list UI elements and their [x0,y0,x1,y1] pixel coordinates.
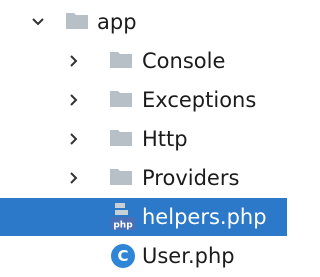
folder-icon [109,128,133,147]
folder-icon [109,167,133,186]
tree-node-label: Console [142,49,226,73]
php-badge: php [113,221,133,231]
tree-node-label: Http [142,127,188,151]
chevron-right-icon[interactable] [64,51,84,71]
tree-node-helpers-php[interactable]: php helpers.php [0,198,287,236]
tree-node-providers[interactable]: Providers [0,159,287,197]
project-tree: app Console Exceptions Http Providers ph… [0,0,287,277]
chevron-right-icon[interactable] [64,90,84,110]
tree-node-label: Providers [142,166,240,190]
chevron-right-icon[interactable] [64,168,84,188]
tree-node-exceptions[interactable]: Exceptions [0,81,287,119]
tree-node-label: app [97,10,137,34]
php-file-icon: php [110,202,136,232]
tree-node-console[interactable]: Console [0,42,287,80]
class-icon: C [111,244,135,268]
tree-node-label: helpers.php [142,205,267,229]
folder-icon [65,11,89,30]
chevron-down-icon[interactable] [28,12,48,32]
tree-node-http[interactable]: Http [0,120,287,158]
tree-node-label: Exceptions [142,88,257,112]
chevron-right-icon[interactable] [64,129,84,149]
folder-icon [109,89,133,108]
folder-icon [109,50,133,69]
tree-node-app[interactable]: app [0,3,287,41]
tree-node-label: User.php [142,244,235,268]
tree-node-user-php[interactable]: C User.php [0,237,287,275]
